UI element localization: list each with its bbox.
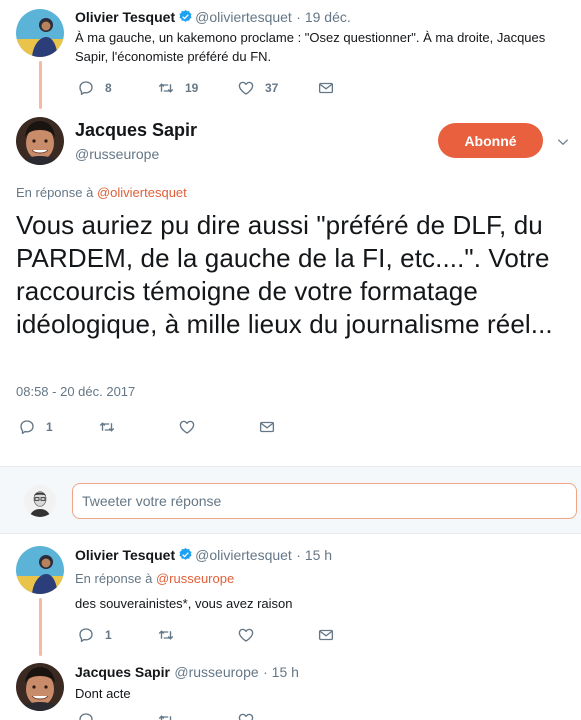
message-icon bbox=[317, 626, 335, 644]
retweet-button[interactable] bbox=[157, 711, 237, 720]
reply-count: 8 bbox=[105, 81, 112, 95]
author-handle[interactable]: @oliviertesquet bbox=[195, 547, 292, 563]
tweet-header: Olivier Tesquet @oliviertesquet · 15 h bbox=[75, 547, 332, 565]
like-icon bbox=[237, 711, 255, 720]
reply-button[interactable]: 8 bbox=[77, 79, 157, 97]
reply-button[interactable]: 1 bbox=[77, 626, 157, 644]
like-icon bbox=[237, 626, 255, 644]
author-name[interactable]: Olivier Tesquet bbox=[75, 9, 175, 25]
retweet-icon bbox=[157, 711, 175, 720]
author-handle[interactable]: @russeurope bbox=[75, 146, 159, 162]
verified-icon bbox=[178, 547, 193, 562]
author-name[interactable]: Olivier Tesquet bbox=[75, 547, 175, 563]
author-handle[interactable]: @russeurope bbox=[174, 664, 258, 680]
tweet-text: Dont acte bbox=[75, 686, 131, 701]
tweet-text: À ma gauche, un kakemono proclame : "Ose… bbox=[75, 30, 546, 64]
tweet-header: Jacques Sapir @russeurope · 15 h bbox=[75, 664, 299, 682]
retweet-button[interactable] bbox=[157, 626, 237, 644]
thread-line bbox=[39, 61, 42, 109]
tweet-timestamp[interactable]: 08:58 - 20 déc. 2017 bbox=[16, 384, 135, 399]
tweet-actions: 1 bbox=[18, 418, 276, 436]
retweet-icon bbox=[98, 418, 116, 436]
tweet-header: Olivier Tesquet @oliviertesquet · 19 déc. bbox=[75, 9, 351, 27]
retweet-count: 19 bbox=[185, 81, 199, 95]
thread-line bbox=[39, 598, 42, 656]
author-name[interactable]: Jacques Sapir bbox=[75, 120, 197, 141]
reply-icon bbox=[77, 79, 95, 97]
avatar[interactable] bbox=[16, 9, 64, 57]
retweet-button[interactable] bbox=[98, 418, 178, 436]
avatar[interactable] bbox=[16, 546, 64, 594]
message-button[interactable] bbox=[317, 79, 335, 97]
like-icon bbox=[178, 418, 196, 436]
chevron-down-icon[interactable] bbox=[556, 135, 570, 149]
reply-count: 1 bbox=[105, 628, 112, 642]
tweet-time[interactable]: · 15 h bbox=[263, 664, 299, 680]
like-count: 37 bbox=[265, 81, 279, 95]
avatar bbox=[24, 485, 56, 517]
reply-input-placeholder: Tweeter votre réponse bbox=[82, 493, 222, 509]
like-button[interactable]: 37 bbox=[237, 79, 317, 97]
reply-input[interactable]: Tweeter votre réponse bbox=[72, 483, 577, 519]
tweet-time[interactable]: · 19 déc. bbox=[296, 9, 350, 25]
tweet-text: Vous auriez pu dire aussi "préféré de DL… bbox=[16, 210, 553, 339]
reply-icon bbox=[18, 418, 36, 436]
author-handle[interactable]: @oliviertesquet bbox=[195, 9, 292, 25]
reply-button[interactable] bbox=[77, 711, 157, 720]
reply-context: En réponse à @oliviertesquet bbox=[16, 185, 187, 200]
message-icon bbox=[258, 418, 276, 436]
retweet-icon bbox=[157, 626, 175, 644]
reply-to-link[interactable]: @oliviertesquet bbox=[97, 185, 187, 200]
retweet-button[interactable]: 19 bbox=[157, 79, 237, 97]
reply-button[interactable]: 1 bbox=[18, 418, 98, 436]
like-button[interactable] bbox=[237, 626, 317, 644]
following-button[interactable]: Abonné bbox=[438, 123, 543, 158]
tweet-time[interactable]: · 15 h bbox=[296, 547, 332, 563]
verified-icon bbox=[178, 9, 193, 24]
reply-icon bbox=[77, 711, 95, 720]
message-button[interactable] bbox=[258, 418, 276, 436]
like-icon bbox=[237, 79, 255, 97]
reply-prefix: En réponse à bbox=[75, 571, 153, 586]
reply-count: 1 bbox=[46, 420, 53, 434]
author-name[interactable]: Jacques Sapir bbox=[75, 664, 170, 680]
reply-prefix: En réponse à bbox=[16, 185, 94, 200]
message-icon bbox=[317, 79, 335, 97]
like-button[interactable] bbox=[237, 711, 317, 720]
reply-to-link[interactable]: @russeurope bbox=[156, 571, 234, 586]
tweet-actions: 1 bbox=[77, 626, 335, 644]
tweet-actions: 8 19 37 bbox=[77, 79, 335, 97]
retweet-icon bbox=[157, 79, 175, 97]
reply-context: En réponse à @russeurope bbox=[75, 571, 234, 586]
reply-icon bbox=[77, 626, 95, 644]
tweet-actions bbox=[77, 711, 317, 720]
avatar[interactable] bbox=[16, 663, 64, 711]
message-button[interactable] bbox=[317, 626, 335, 644]
avatar[interactable] bbox=[16, 117, 64, 165]
tweet-text: des souverainistes*, vous avez raison bbox=[75, 596, 293, 611]
like-button[interactable] bbox=[178, 418, 258, 436]
